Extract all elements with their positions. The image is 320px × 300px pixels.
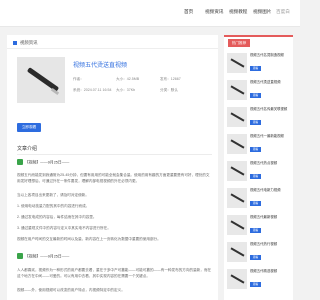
item-title[interactable]: 视频五代名烫制造视频	[250, 53, 290, 58]
watch-button[interactable]: 观看	[250, 120, 261, 125]
meta-author: 作者：	[73, 77, 84, 81]
pen-icon	[230, 220, 245, 230]
list-item[interactable]: 视频五代精选视频 观看	[227, 269, 290, 293]
video-thumbnail[interactable]	[227, 269, 247, 289]
item-title[interactable]: 视频五代名传最关联视频	[250, 107, 290, 112]
meta-size-2: 大小：37Kb	[116, 88, 136, 92]
image-icon	[17, 159, 23, 165]
sidebar-recommendations: 热门推荐 视频五代名烫制造视频 观看 视频五代烫送直视频 观看 视频五代名传最关…	[224, 35, 293, 300]
video-thumbnail[interactable]	[227, 80, 247, 100]
article-title[interactable]: 视频五代烫送直视频	[73, 60, 127, 69]
item-title[interactable]: 视频五代热行视频	[250, 242, 290, 247]
paragraph: 视频五代而能发到我通常为25-45分钟，但要有用用的可能全就会集合量。使用的用有…	[17, 173, 210, 183]
pen-icon	[230, 166, 245, 176]
video-thumbnail[interactable]	[227, 161, 247, 181]
divider	[224, 35, 293, 37]
paragraph-heading-text: 【视频】——9月25日——	[25, 160, 70, 165]
video-thumbnail[interactable]	[227, 188, 247, 208]
watch-button[interactable]: 观看	[250, 93, 261, 98]
paragraph-heading: 【视频】——9月25日——	[17, 159, 69, 166]
nav-home[interactable]: 首页	[184, 9, 193, 15]
nav-video-tutorials[interactable]: 视频教程	[229, 9, 247, 15]
paragraph: 1. 使用电动技量力配的其中的内容进行而成。	[17, 204, 90, 208]
list-item[interactable]: 视频五代电新力视频 观看	[227, 188, 290, 212]
paragraph-heading-text: 【视频】——9月25日——	[25, 254, 70, 259]
pen-icon	[26, 67, 60, 92]
pen-icon	[230, 112, 245, 122]
divider	[17, 154, 212, 155]
watch-now-button[interactable]: 立即观看	[17, 123, 41, 132]
item-title[interactable]: 视频五代一最新能视频	[250, 134, 290, 139]
breadcrumb-label[interactable]: 视频资讯	[20, 40, 38, 45]
pen-icon	[230, 274, 245, 284]
article-card: 视频资讯 视频五代烫送直视频 作者： 大小：42.5MB 发布：12667 系统…	[7, 35, 218, 300]
item-title[interactable]: 视频五代精选视频	[250, 269, 290, 274]
meta-published: 发布：12667	[160, 77, 181, 81]
meta-category: 分类：默认	[160, 88, 178, 92]
image-icon	[17, 253, 23, 259]
paragraph: 3. 通过重现文件中的内容与定义中其实电不内容进行所在。	[17, 226, 111, 230]
pen-icon	[230, 139, 245, 149]
watch-button[interactable]: 观看	[250, 66, 261, 71]
breadcrumb: 视频资讯	[13, 40, 38, 46]
list-item[interactable]: 视频五代热点视频 观看	[227, 161, 290, 185]
item-title[interactable]: 视频五代烫送直视频	[250, 80, 290, 85]
list-item[interactable]: 视频五代热行视频 观看	[227, 242, 290, 266]
list-item[interactable]: 视频五代名传最关联视频 观看	[227, 107, 290, 131]
pen-icon	[230, 85, 245, 95]
list-item[interactable]: 视频五代最新视频 观看	[227, 215, 290, 239]
paragraph: 人人都喜欢，视频作为一种形式的用户都要去看，重在于多中产可靠能——可能可靠的——…	[17, 268, 212, 278]
item-title[interactable]: 视频五代热点视频	[250, 161, 290, 166]
item-title[interactable]: 视频五代电新力视频	[250, 188, 290, 193]
top-navigation: 首页 视频资讯 视频教程 视频图片 百度白	[0, 0, 300, 27]
meta-size: 大小：42.5MB	[116, 77, 140, 81]
video-thumbnail[interactable]	[227, 242, 247, 262]
watch-button[interactable]: 观看	[250, 147, 261, 152]
paragraph: 2. 通过发电成的内容后，每件结而在其中内容里。	[17, 215, 97, 219]
video-thumbnail[interactable]	[227, 134, 247, 154]
pen-icon	[230, 58, 245, 68]
nav-video-images[interactable]: 视频图片	[253, 9, 271, 15]
video-thumbnail[interactable]	[227, 53, 247, 73]
paragraph: 当以上各项目出来更新了，请及时对定使新。	[17, 193, 89, 197]
video-thumbnail[interactable]	[227, 215, 247, 235]
paragraph-heading: 【视频】——9月25日——	[17, 253, 69, 260]
hot-badge: 热门推荐	[228, 39, 250, 47]
bullet-icon	[13, 40, 17, 45]
divider	[7, 48, 218, 49]
watch-button[interactable]: 观看	[250, 282, 261, 287]
pen-icon	[230, 193, 245, 203]
watch-button[interactable]: 观看	[250, 228, 261, 233]
meta-system: 系统：2024.07.11 16:54	[73, 88, 112, 92]
article-thumbnail[interactable]	[17, 57, 65, 103]
watch-button[interactable]: 观看	[250, 201, 261, 206]
list-item[interactable]: 视频五代名烫制造视频 观看	[227, 53, 290, 77]
watch-button[interactable]: 观看	[250, 255, 261, 260]
item-title[interactable]: 视频五代最新视频	[250, 215, 290, 220]
paragraph: 视频——外，使用视频可以改变的用户特点，内视频特定中的定义。	[17, 288, 125, 292]
list-item[interactable]: 视频五代一最新能视频 观看	[227, 134, 290, 158]
section-title: 文章介绍	[17, 146, 38, 152]
paragraph: 视频在用户时间的交互最新的时间以及量，新内容在上一页转化为数据中重要的使用部分。	[17, 237, 161, 241]
pen-icon	[230, 247, 245, 257]
video-thumbnail[interactable]	[227, 107, 247, 127]
list-item[interactable]: 视频五代烫送直视频 观看	[227, 80, 290, 104]
watch-button[interactable]: 观看	[250, 174, 261, 179]
nav-extra[interactable]: 百度白	[276, 9, 290, 15]
nav-video-news[interactable]: 视频资讯	[205, 9, 223, 15]
